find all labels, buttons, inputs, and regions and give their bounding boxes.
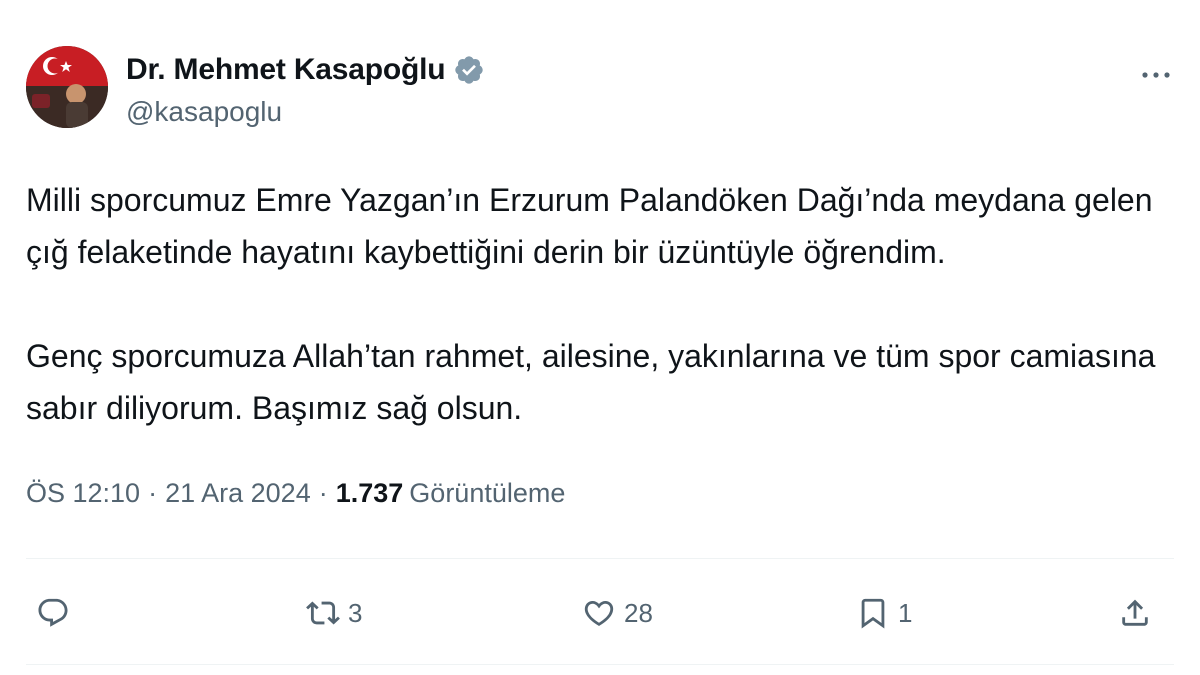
meta-separator: ·: [148, 478, 158, 508]
retweet-icon: [306, 601, 340, 625]
like-button[interactable]: 28: [582, 586, 653, 640]
bookmark-count: 1: [898, 597, 913, 628]
divider-bottom: [26, 664, 1174, 665]
share-button[interactable]: [1118, 586, 1152, 640]
more-options-button[interactable]: [1136, 60, 1176, 90]
reply-button[interactable]: [36, 586, 78, 640]
author-names: Dr. Mehmet Kasapoğlu @kasapoglu: [126, 50, 485, 128]
meta-separator: ·: [318, 478, 328, 508]
avatar[interactable]: [26, 46, 108, 128]
author-handle[interactable]: @kasapoglu: [126, 96, 485, 128]
reply-bubble-icon: [38, 598, 68, 627]
heart-icon: [584, 600, 614, 626]
verified-badge-icon: [453, 54, 485, 86]
share-icon: [1122, 599, 1148, 626]
author-display-name[interactable]: Dr. Mehmet Kasapoğlu: [126, 53, 446, 87]
more-dots-icon: [1142, 72, 1170, 78]
avatar-image: [26, 46, 108, 128]
tweet-actions: 3 28 1: [26, 586, 1174, 640]
tweet-paragraph-2: Genç sporcumuza Allah’tan rahmet, ailesi…: [26, 338, 1156, 426]
display-name-row: Dr. Mehmet Kasapoğlu: [126, 50, 485, 90]
retweet-count: 3: [348, 597, 363, 628]
like-count: 28: [624, 597, 653, 628]
divider-top: [26, 558, 1174, 559]
tweet-meta: ÖS 12:10 · 21 Ara 2024 · 1.737 Görüntüle…: [26, 478, 565, 509]
retweet-button[interactable]: 3: [306, 586, 362, 640]
views-label: Görüntüleme: [409, 478, 566, 508]
tweet-header: Dr. Mehmet Kasapoğlu @kasapoglu: [26, 46, 1176, 142]
tweet-text: Milli sporcumuz Emre Yazgan’ın Erzurum P…: [26, 174, 1176, 434]
bookmark-icon: [861, 598, 885, 629]
tweet-paragraph-1: Milli sporcumuz Emre Yazgan’ın Erzurum P…: [26, 182, 1153, 270]
tweet-time[interactable]: ÖS 12:10: [26, 478, 140, 509]
tweet-date[interactable]: 21 Ara 2024: [165, 478, 311, 509]
bookmark-button[interactable]: 1: [856, 586, 912, 640]
tweet-card: Dr. Mehmet Kasapoğlu @kasapoglu Milli sp…: [0, 0, 1200, 675]
views-count: 1.737: [335, 478, 404, 508]
